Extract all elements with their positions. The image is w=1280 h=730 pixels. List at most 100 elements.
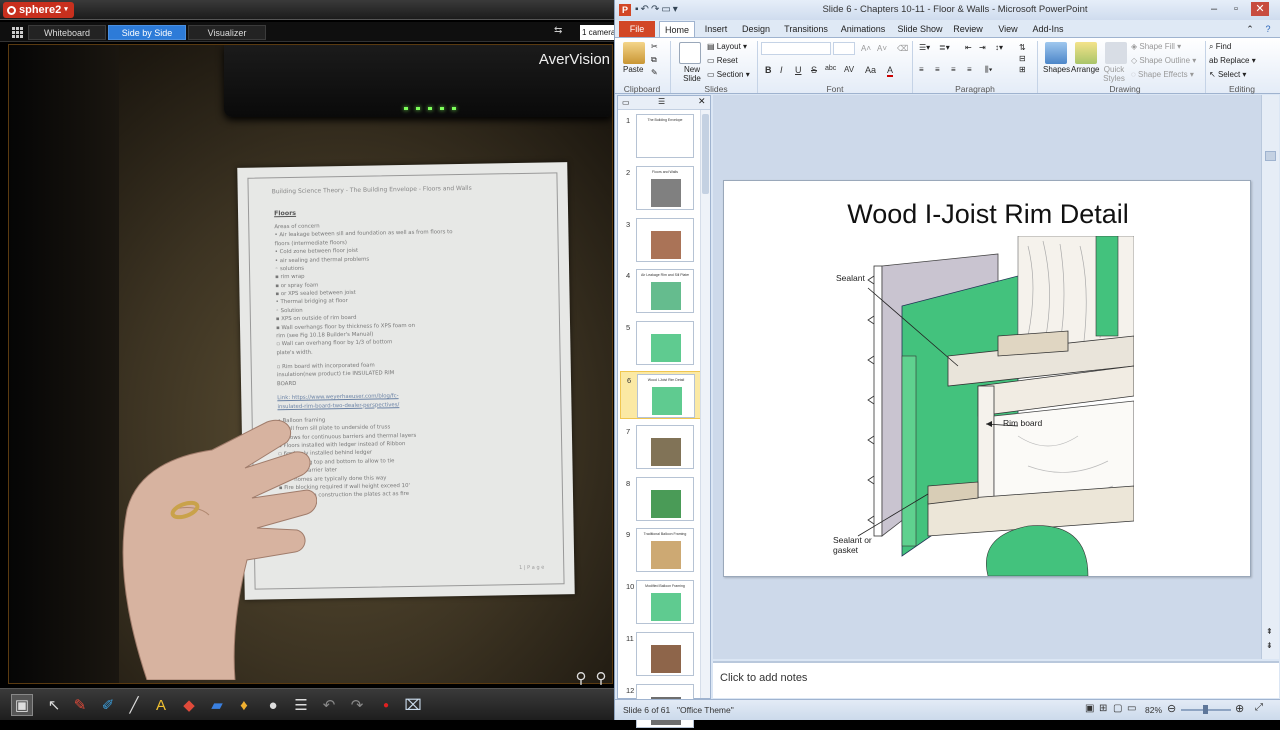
quick-styles-icon[interactable] xyxy=(1105,42,1127,64)
tab-insert[interactable]: Insert xyxy=(699,21,733,38)
copy-icon[interactable]: ⧉ xyxy=(651,55,657,65)
shapes-icon[interactable]: ◆ xyxy=(178,694,200,716)
tab-visualizer[interactable]: Visualizer xyxy=(188,25,266,40)
zoom-slider-handle[interactable] xyxy=(1203,705,1208,714)
outline-tab-icon[interactable]: ☰ xyxy=(658,97,665,106)
slide-thumbnail[interactable]: 8 xyxy=(620,475,702,523)
text-icon[interactable]: A xyxy=(150,694,172,716)
slide-thumbnail[interactable]: 11 xyxy=(620,630,702,678)
slide-canvas[interactable]: Wood I-Joist Rim Detail Sealant Rim boar… xyxy=(723,180,1251,577)
grid-menu-icon[interactable] xyxy=(12,27,23,38)
redo-icon[interactable]: ↷ xyxy=(651,4,659,15)
new-slide-button[interactable]: New Slide xyxy=(681,65,703,83)
shapes-button[interactable]: Shapes xyxy=(1043,65,1070,74)
shape-effects-button[interactable]: ◌ Shape Effects ▾ xyxy=(1131,70,1194,79)
next-slide-icon[interactable]: ⇟ xyxy=(1266,641,1273,650)
save-icon[interactable]: ▪ xyxy=(635,4,639,15)
tab-design[interactable]: Design xyxy=(739,21,773,38)
tab-add-ins[interactable]: Add-Ins xyxy=(1029,21,1067,38)
camera-select[interactable]: 1 camera xyxy=(580,25,616,40)
camera-capture-icon[interactable]: ● xyxy=(262,694,284,716)
numbering-icon[interactable]: ≣▾ xyxy=(939,43,950,52)
fit-to-window-icon[interactable]: ⤢ xyxy=(1255,702,1263,713)
format-painter-icon[interactable]: ✎ xyxy=(651,68,658,77)
slide-show-icon[interactable]: ▭ xyxy=(1127,703,1136,714)
shape-outline-button[interactable]: ◇ Shape Outline ▾ xyxy=(1131,56,1196,65)
character-spacing-button[interactable]: AV xyxy=(844,65,854,74)
align-right-icon[interactable]: ≡ xyxy=(951,65,956,74)
app-logo[interactable]: sphere2 ▾ xyxy=(3,2,74,18)
slide-sorter-icon[interactable]: ⊞ xyxy=(1099,703,1107,714)
tab-transitions[interactable]: Transitions xyxy=(781,21,831,38)
help-icon[interactable]: ? xyxy=(1261,21,1275,38)
cut-icon[interactable]: ✂ xyxy=(651,42,658,51)
record-icon[interactable]: ● xyxy=(375,694,397,716)
normal-view-icon[interactable]: ▣ xyxy=(1085,703,1094,714)
tab-animations[interactable]: Animations xyxy=(837,21,889,38)
minimize-icon[interactable]: – xyxy=(1205,2,1223,16)
increase-indent-icon[interactable]: ⇥ xyxy=(979,43,986,52)
shapes-icon[interactable] xyxy=(1045,42,1067,64)
text-direction-icon[interactable]: ⇅ xyxy=(1019,43,1026,52)
change-case-button[interactable]: Aa xyxy=(865,65,876,75)
undo-icon[interactable]: ↶ xyxy=(318,694,340,716)
maximize-icon[interactable]: ▫ xyxy=(1227,2,1245,16)
decrease-indent-icon[interactable]: ⇤ xyxy=(965,43,972,52)
pen-icon[interactable]: ✎ xyxy=(69,694,91,716)
shrink-font-icon[interactable]: A˅ xyxy=(877,44,887,53)
underline-button[interactable]: U xyxy=(795,65,802,75)
align-center-icon[interactable]: ≡ xyxy=(935,65,940,74)
zoom-level[interactable]: 82% xyxy=(1145,705,1162,715)
slide-thumbnail[interactable]: 6 Wood I-Joist Rim Detail xyxy=(620,371,702,419)
grow-font-icon[interactable]: A˄ xyxy=(861,44,871,53)
tab-home[interactable]: Home xyxy=(659,21,695,38)
redo-icon[interactable]: ↷ xyxy=(346,694,368,716)
justify-icon[interactable]: ≡ xyxy=(967,65,972,74)
align-left-icon[interactable]: ≡ xyxy=(919,65,924,74)
line-icon[interactable]: ╱ xyxy=(123,694,145,716)
pin-icon-2[interactable]: ⚲ xyxy=(590,667,612,689)
close-icon[interactable]: ✕ xyxy=(1251,2,1269,16)
minimize-ribbon-icon[interactable]: ⌃ xyxy=(1243,21,1257,38)
thumbnail-scrollbar[interactable] xyxy=(700,110,710,698)
powerpoint-logo-icon[interactable]: P xyxy=(619,4,631,16)
arrange-icon[interactable] xyxy=(1075,42,1097,64)
quick-styles-button[interactable]: Quick Styles xyxy=(1101,65,1127,83)
shape-fill-button[interactable]: ◈ Shape Fill ▾ xyxy=(1131,42,1181,51)
columns-icon[interactable]: ⫼▾ xyxy=(985,65,993,75)
slide-thumbnail[interactable]: 5 xyxy=(620,319,702,367)
slide-title[interactable]: Wood I-Joist Rim Detail xyxy=(724,199,1252,230)
tab-side-by-side[interactable]: Side by Side xyxy=(108,25,186,40)
slide-thumbnail[interactable]: 7 xyxy=(620,423,702,471)
slide-thumbnail[interactable]: 10 Modified Balloon Framing xyxy=(620,578,702,626)
editor-scrollbar[interactable]: ⇞ ⇟ xyxy=(1261,95,1279,659)
text-shadow-button[interactable]: abc xyxy=(825,65,836,72)
paste-button[interactable]: Paste xyxy=(623,65,643,74)
fill-icon[interactable]: ♦ xyxy=(233,694,255,716)
highlighter-icon[interactable]: ✐ xyxy=(97,694,119,716)
font-size-select[interactable] xyxy=(833,42,855,55)
notes-pane[interactable]: Click to add notes xyxy=(713,661,1279,698)
align-text-icon[interactable]: ⊟ xyxy=(1019,54,1026,63)
select-mode-icon[interactable]: ▣ xyxy=(11,694,33,716)
find-button[interactable]: ⌕ Find xyxy=(1209,42,1231,52)
bullets-icon[interactable]: ☰▾ xyxy=(919,43,930,52)
pin-icon[interactable]: ⚲ xyxy=(570,667,592,689)
clear-formatting-icon[interactable]: ⌫ xyxy=(897,44,908,53)
tab-slide-show[interactable]: Slide Show xyxy=(895,21,945,38)
eraser-icon[interactable]: ▰ xyxy=(206,694,228,716)
slide-thumbnail[interactable]: 9 Traditional Balloon Framing xyxy=(620,526,702,574)
tab-view[interactable]: View xyxy=(993,21,1023,38)
prev-slide-icon[interactable]: ⇞ xyxy=(1266,627,1273,636)
slide-thumbnail[interactable]: 4 Air Leakage Rim and Sill Plates xyxy=(620,267,702,315)
smartart-icon[interactable]: ⊞ xyxy=(1019,65,1026,74)
menu-icon[interactable]: ☰ xyxy=(290,694,312,716)
slide-thumbnail[interactable]: 3 xyxy=(620,216,702,264)
select-button[interactable]: ↖ Select ▾ xyxy=(1209,70,1246,79)
undo-icon[interactable]: ↶ xyxy=(641,4,649,15)
tab-file[interactable]: File xyxy=(619,21,655,38)
arrange-button[interactable]: Arrange xyxy=(1071,65,1099,74)
reading-view-icon[interactable]: ▢ xyxy=(1113,703,1122,714)
slide-thumbnail[interactable]: 1 The Building Envelope xyxy=(620,112,702,160)
layout-button[interactable]: ▤ Layout ▾ xyxy=(707,42,747,51)
